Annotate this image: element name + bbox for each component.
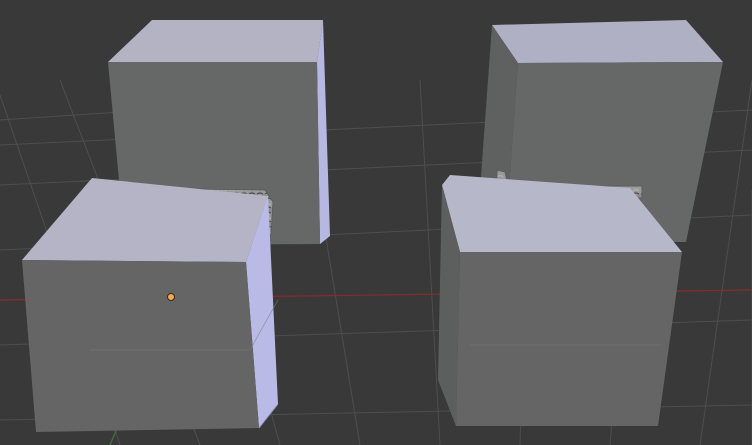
3d-viewport[interactable] — [0, 0, 752, 445]
cube-front-right[interactable] — [438, 175, 682, 426]
origin-point-icon[interactable] — [167, 293, 175, 301]
cube-front-left[interactable] — [22, 178, 279, 432]
